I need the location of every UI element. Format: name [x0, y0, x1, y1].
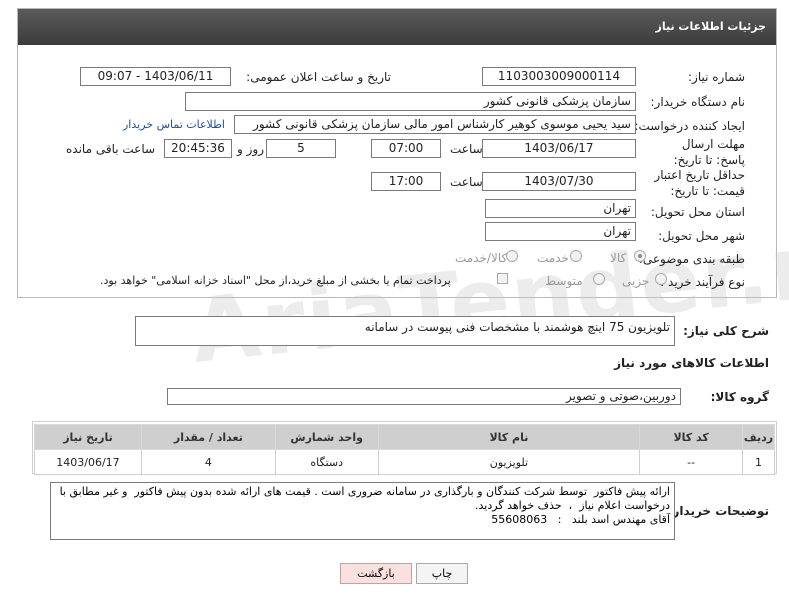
days-label: روز و — [237, 142, 264, 156]
process-minor-label: جزیی — [622, 274, 650, 288]
col-header-code: کد کالا — [639, 424, 744, 450]
cell-unit: دستگاه — [274, 449, 379, 475]
contact-info-link[interactable]: اطلاعات تماس خریدار — [123, 118, 225, 131]
cell-date: 1403/06/17 — [34, 449, 142, 475]
requester-field: سید یحیی موسوی کوهیر کارشناس امور مالی س… — [234, 115, 636, 134]
validity-time-label: ساعت — [450, 175, 483, 189]
process-label: نوع فرآیند خرید : — [660, 275, 745, 289]
category-radio-service[interactable] — [570, 250, 582, 262]
category-radio-goods-service[interactable] — [506, 250, 518, 262]
province-field: تهران — [485, 199, 636, 218]
back-button[interactable]: بازگشت — [340, 563, 412, 584]
goods-group-label: گروه کالا: — [710, 390, 769, 404]
need-number-label: شماره نیاز: — [688, 70, 745, 84]
category-goods-service-label: کالا/خدمت — [455, 251, 508, 265]
deadline-label: مهلت ارسال پاسخ: تا تاریخ: — [673, 137, 745, 167]
print-button[interactable]: چاپ — [416, 563, 468, 584]
category-service-label: خدمت — [537, 251, 569, 265]
goods-group-field: دوربین،صوتی و تصویر — [167, 388, 681, 405]
days-field: 5 — [266, 139, 336, 158]
announce-field: 1403/06/11 - 09:07 — [80, 67, 231, 86]
remaining-label: ساعت باقی مانده — [66, 142, 156, 156]
deadline-time-field: 07:00 — [371, 139, 441, 158]
buyer-org-field: سازمان پزشکی قانونی کشور — [185, 92, 636, 111]
remaining-time-field: 20:45:36 — [164, 139, 232, 158]
city-field: تهران — [485, 222, 636, 241]
col-header-name: نام کالا — [377, 424, 641, 450]
col-header-qty: تعداد / مقدار — [140, 424, 276, 450]
description-field: تلویزیون 75 اینچ هوشمند با مشخصات فنی پی… — [135, 316, 675, 346]
panel-title: جزئیات اطلاعات نیاز — [655, 20, 767, 33]
table-row: 1 -- تلویزیون دستگاه 4 1403/06/17 — [34, 449, 775, 475]
goods-table: ردیف کد کالا نام کالا واحد شمارش تعداد /… — [34, 424, 775, 475]
cell-row-number: 1 — [742, 449, 775, 475]
cell-qty: 4 — [140, 449, 276, 475]
description-label: شرح کلی نیاز: — [683, 324, 769, 338]
validity-time-field: 17:00 — [371, 172, 441, 191]
goods-section-title: اطلاعات کالاهای مورد نیاز — [614, 356, 769, 370]
requester-label: ایجاد کننده درخواست: — [634, 119, 745, 133]
validity-date-field: 1403/07/30 — [482, 172, 636, 191]
buyer-notes-label: توضیحات خریدار: — [667, 504, 769, 518]
cell-code: -- — [639, 449, 744, 475]
city-label: شهر محل تحویل: — [658, 229, 745, 243]
province-label: استان محل تحویل: — [650, 205, 745, 219]
cell-name: تلویزیون — [377, 449, 641, 475]
process-radio-medium[interactable] — [593, 273, 605, 285]
treasury-checkbox[interactable] — [497, 273, 508, 284]
col-header-unit: واحد شمارش — [274, 424, 379, 450]
announce-label: تاریخ و ساعت اعلان عمومی: — [246, 70, 391, 84]
buyer-notes-field[interactable]: ارائه پیش فاکتور توسط شرکت کنندگان و بار… — [50, 482, 675, 540]
process-radio-minor[interactable] — [655, 273, 667, 285]
category-goods-label: کالا — [610, 251, 627, 265]
deadline-time-label: ساعت — [450, 142, 483, 156]
validity-label: حداقل تاریخ اعتبار قیمت: تا تاریخ: — [654, 168, 745, 198]
process-medium-label: متوسط — [545, 274, 583, 288]
category-radio-goods[interactable] — [634, 250, 646, 262]
col-header-date: تاریخ نیاز — [34, 424, 142, 450]
col-header-row: ردیف — [742, 424, 775, 450]
treasury-payment-text: پرداخت تمام یا بخشی از مبلغ خرید،از محل … — [100, 274, 451, 287]
category-label: طبقه بندی موضوعی: — [638, 252, 745, 266]
deadline-date-field: 1403/06/17 — [482, 139, 636, 158]
panel-header: جزئیات اطلاعات نیاز — [18, 9, 776, 45]
need-number-field: 1103003009000114 — [482, 67, 636, 86]
buyer-org-label: نام دستگاه خریدار: — [650, 95, 746, 109]
